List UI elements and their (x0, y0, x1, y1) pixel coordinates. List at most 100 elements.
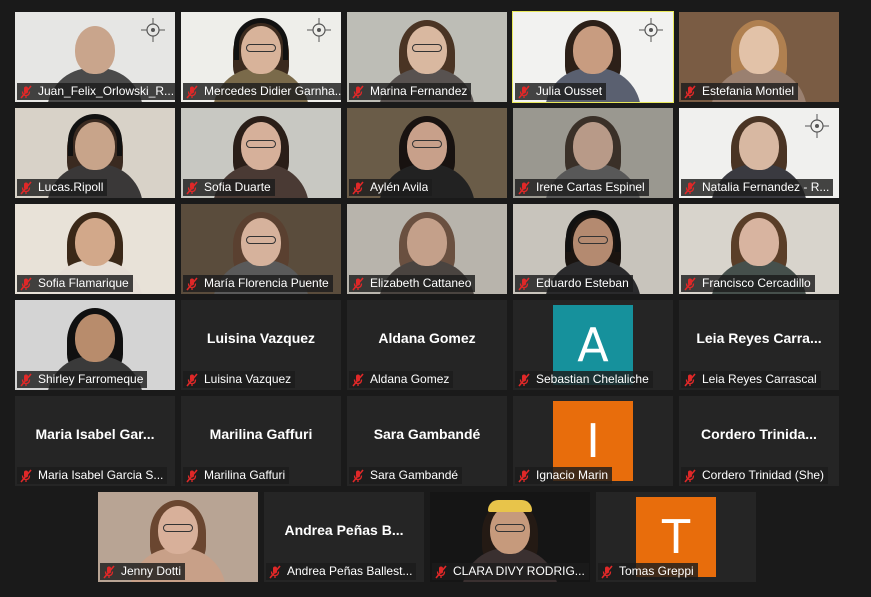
participant-tile[interactable]: Jenny Dotti (98, 492, 258, 582)
participant-tile[interactable]: Sofia Flamarique (15, 204, 175, 294)
participant-tile[interactable]: Aldana Gomez Aldana Gomez (347, 300, 507, 390)
participant-tile[interactable]: Aylén Avila (347, 108, 507, 198)
participant-face (739, 26, 779, 74)
participant-name-label: Julia Ousset (515, 83, 607, 100)
participant-tile[interactable]: Shirley Farromeque (15, 300, 175, 390)
participant-name-label: CLARA DIVY RODRIG... (432, 563, 589, 580)
glasses-icon (412, 140, 442, 148)
participant-name-label: Elizabeth Cattaneo (349, 275, 476, 292)
participant-name: Sofia Duarte (204, 180, 271, 194)
participant-name: Irene Cartas Espinel (536, 180, 645, 194)
participant-name-label: Sara Gambandé (349, 467, 463, 484)
participant-tile[interactable]: Julia Ousset (512, 11, 674, 103)
muted-mic-icon (684, 468, 696, 483)
participant-name: Sebastian Chelaliche (536, 372, 649, 386)
participant-tile[interactable]: Mercedes Didier Garnha... (181, 12, 341, 102)
participant-name-label: Tomas Greppi (598, 563, 698, 580)
participant-name: Marilina Gaffuri (204, 468, 286, 482)
muted-mic-icon (186, 468, 198, 483)
muted-mic-icon (186, 180, 198, 195)
participant-name-label: Marina Fernandez (349, 83, 472, 100)
participant-name: Sofia Flamarique (38, 276, 129, 290)
participant-name-label: Sofia Flamarique (17, 275, 133, 292)
muted-mic-icon (20, 84, 32, 99)
participant-tile[interactable]: Natalia Fernandez - R... (679, 108, 839, 198)
participant-name: Marina Fernandez (370, 84, 468, 98)
participant-tile[interactable]: Marilina Gaffuri Marilina Gaffuri (181, 396, 341, 486)
participant-display-name: Aldana Gomez (378, 330, 476, 346)
participant-tile[interactable]: Irene Cartas Espinel (513, 108, 673, 198)
participant-name-label: Cordero Trinidad (She) (681, 467, 829, 484)
muted-mic-icon (103, 564, 115, 579)
participant-tile[interactable]: Elizabeth Cattaneo (347, 204, 507, 294)
participant-name: Luisina Vazquez (204, 372, 292, 386)
participant-display-name: Cordero Trinida... (701, 426, 817, 442)
participant-display-name: Luisina Vazquez (206, 330, 316, 346)
muted-mic-icon (186, 276, 198, 291)
participant-display-name: Andrea Peñas B... (284, 522, 404, 538)
glasses-icon (495, 524, 525, 532)
headphones-icon (566, 210, 620, 252)
muted-mic-icon (352, 372, 364, 387)
participant-face (75, 218, 115, 266)
participant-tile[interactable]: Cordero Trinida... Cordero Trinidad (She) (679, 396, 839, 486)
participant-name-label: Leia Reyes Carrascal (681, 371, 821, 388)
participant-face (739, 218, 779, 266)
event-logo-icon (805, 114, 829, 138)
participant-name-label: Eduardo Esteban (515, 275, 633, 292)
muted-mic-icon (352, 180, 364, 195)
muted-mic-icon (684, 372, 696, 387)
participant-name: Andrea Peñas Ballest... (287, 564, 413, 578)
muted-mic-icon (684, 276, 696, 291)
participant-tile[interactable]: Marina Fernandez (347, 12, 507, 102)
participant-tile[interactable]: Francisco Cercadillo (679, 204, 839, 294)
participant-face (573, 122, 613, 170)
muted-mic-icon (20, 180, 32, 195)
participant-name: Julia Ousset (536, 84, 603, 98)
participant-face (573, 26, 613, 74)
participant-name-label: Ignacio Marin (515, 467, 613, 484)
participant-tile[interactable]: Maria Isabel Gar... Maria Isabel Garcia S… (15, 396, 175, 486)
participant-name: Tomas Greppi (619, 564, 694, 578)
participant-tile[interactable]: María Florencia Puente (181, 204, 341, 294)
participant-tile[interactable]: CLARA DIVY RODRIG... (430, 492, 590, 582)
participant-tile[interactable]: I Ignacio Marin (513, 396, 673, 486)
participant-name: Ignacio Marin (536, 468, 609, 482)
participant-name: Cordero Trinidad (She) (702, 468, 825, 482)
event-logo-icon (639, 18, 663, 42)
muted-mic-icon (684, 180, 696, 195)
participant-tile[interactable]: A Sebastian Chelaliche (513, 300, 673, 390)
participant-face (407, 218, 447, 266)
participant-face (75, 314, 115, 362)
muted-mic-icon (518, 276, 530, 291)
muted-mic-icon (518, 468, 530, 483)
participant-tile[interactable]: T Tomas Greppi (596, 492, 756, 582)
participant-name: Estefania Montiel (702, 84, 795, 98)
participant-name-label: María Florencia Puente (183, 275, 333, 292)
participant-tile[interactable]: Sara Gambandé Sara Gambandé (347, 396, 507, 486)
muted-mic-icon (684, 84, 696, 99)
participant-name-label: Aldana Gomez (349, 371, 454, 388)
muted-mic-icon (518, 180, 530, 195)
participant-name: Leia Reyes Carrascal (702, 372, 817, 386)
participant-tile[interactable]: Eduardo Esteban (513, 204, 673, 294)
participant-name: María Florencia Puente (204, 276, 329, 290)
participant-tile[interactable]: Juan_Felix_Orlowski_R... (15, 12, 175, 102)
muted-mic-icon (352, 468, 364, 483)
glasses-icon (163, 524, 193, 532)
participant-tile[interactable]: Estefania Montiel (679, 12, 839, 102)
glasses-icon (246, 236, 276, 244)
participant-name: Shirley Farromeque (38, 372, 144, 386)
participant-name-label: Maria Isabel Garcia S... (17, 467, 168, 484)
participant-tile[interactable]: Andrea Peñas B... Andrea Peñas Ballest... (264, 492, 424, 582)
participant-name-label: Juan_Felix_Orlowski_R... (17, 83, 175, 100)
glasses-icon (246, 140, 276, 148)
participant-name: Aldana Gomez (370, 372, 450, 386)
participant-tile[interactable]: Lucas.Ripoll (15, 108, 175, 198)
participant-name-label: Luisina Vazquez (183, 371, 296, 388)
participant-face (739, 122, 779, 170)
participant-name-label: Mercedes Didier Garnha... (183, 83, 341, 100)
participant-tile[interactable]: Luisina Vazquez Luisina Vazquez (181, 300, 341, 390)
participant-tile[interactable]: Leia Reyes Carra... Leia Reyes Carrascal (679, 300, 839, 390)
participant-tile[interactable]: Sofia Duarte (181, 108, 341, 198)
